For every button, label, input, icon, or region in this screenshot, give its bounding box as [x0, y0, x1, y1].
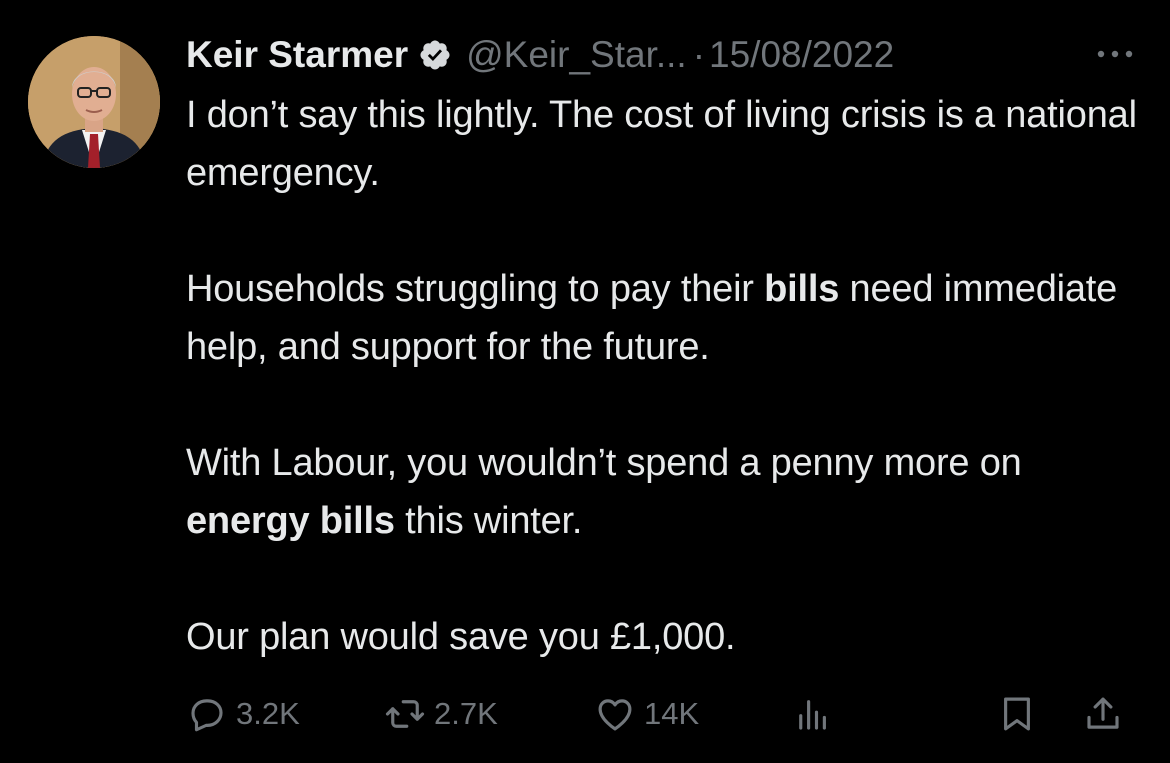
tweet-paragraph: Our plan would save you £1,000.	[186, 608, 1146, 666]
separator-dot: ·	[692, 34, 706, 75]
like-button[interactable]: 14K	[594, 686, 699, 742]
avatar[interactable]	[28, 36, 160, 168]
repost-button[interactable]: 2.7K	[384, 686, 498, 742]
tweet-text-run: With Labour, you wouldn’t spend a penny …	[186, 442, 1022, 484]
tweet-paragraph: With Labour, you wouldn’t spend a penny …	[186, 434, 1146, 550]
share-upload-icon	[1087, 697, 1119, 729]
avatar-photo	[28, 36, 160, 168]
more-dots-icon[interactable]	[1093, 40, 1137, 68]
tweet-text: I don’t say this lightly. The cost of li…	[186, 86, 1146, 724]
author-name[interactable]: Keir Starmer	[186, 34, 408, 76]
tweet-bold-text: energy bills	[186, 500, 395, 542]
bookmark-button[interactable]	[996, 686, 1038, 742]
tweet-text-run: Our plan would save you £1,000.	[186, 616, 736, 658]
views-button[interactable]	[792, 686, 834, 742]
bookmark-icon	[1004, 697, 1030, 731]
repost-arrows-icon	[385, 700, 425, 728]
verified-badge-icon[interactable]	[418, 38, 452, 72]
tweet-header: Keir Starmer @Keir_Star... · 15/08/2022	[186, 30, 894, 80]
tweet-paragraph: I don’t say this lightly. The cost of li…	[186, 86, 1146, 202]
bar-chart-icon	[799, 700, 826, 730]
heart-icon	[598, 699, 632, 731]
share-button[interactable]	[1082, 686, 1124, 742]
reply-count: 3.2K	[236, 696, 300, 731]
tweet-bold-text: bills	[764, 268, 840, 310]
tweet-text-run: this winter.	[394, 500, 583, 542]
tweet-paragraph: Households struggling to pay their bills…	[186, 260, 1146, 376]
reply-button[interactable]: 3.2K	[186, 686, 300, 742]
repost-count: 2.7K	[434, 696, 498, 731]
reply-bubble-icon	[191, 699, 223, 732]
like-count: 14K	[644, 696, 700, 731]
action-bar: 3.2K 2.7K 14K	[186, 686, 1146, 742]
tweet-date[interactable]: 15/08/2022	[709, 34, 894, 76]
author-handle[interactable]: @Keir_Star...	[466, 34, 687, 76]
tweet-text-run: Households struggling to pay their	[186, 268, 765, 310]
tweet-text-run: I don’t say this lightly. The cost of li…	[186, 94, 1137, 194]
